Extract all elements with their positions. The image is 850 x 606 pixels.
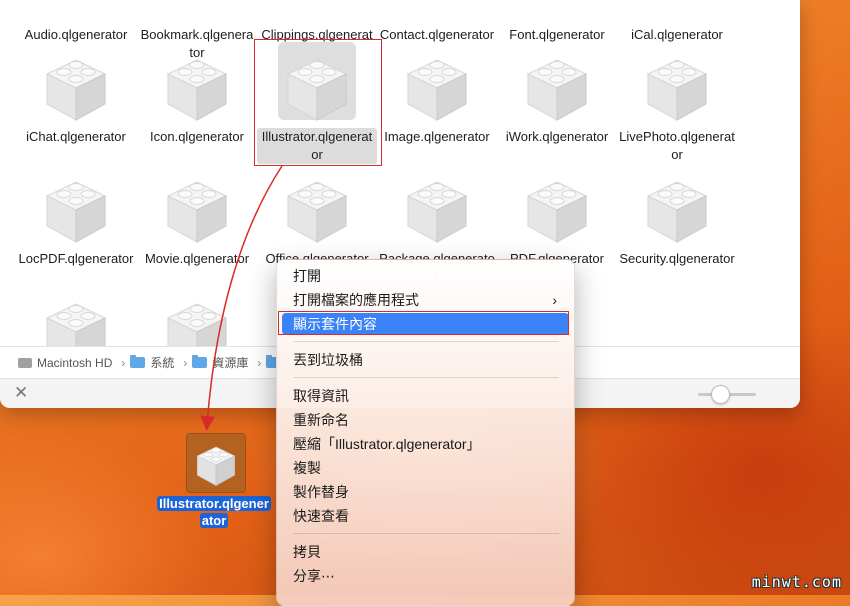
menu-item-label: 取得資訊 bbox=[293, 388, 349, 404]
menu-item[interactable]: 壓縮「Illustrator.qlgenerator」 bbox=[282, 433, 569, 455]
desktop-file-icon[interactable] bbox=[186, 433, 246, 493]
menu-item-label: 快速查看 bbox=[293, 508, 349, 524]
menu-item[interactable]: 分享⋯ bbox=[282, 565, 569, 587]
menu-separator bbox=[293, 341, 559, 342]
menu-item[interactable]: 快速查看 bbox=[282, 505, 569, 527]
plugin-bundle-icon bbox=[196, 446, 236, 486]
menu-item[interactable]: 製作替身 bbox=[282, 481, 569, 503]
menu-item[interactable]: 重新命名 bbox=[282, 409, 569, 431]
desktop-file-label[interactable]: Illustrator.qlgener ator bbox=[150, 495, 278, 529]
menu-separator bbox=[293, 533, 559, 534]
highlight-box-show-package bbox=[278, 311, 569, 335]
menu-item-label: 製作替身 bbox=[293, 484, 349, 500]
menu-item[interactable]: 拷貝 bbox=[282, 541, 569, 563]
menu-item[interactable]: 打開檔案的應用程式 › bbox=[282, 289, 569, 311]
menu-item-label: 複製 bbox=[293, 460, 321, 476]
menu-separator bbox=[293, 377, 559, 378]
menu-item[interactable]: 打開 bbox=[282, 265, 569, 287]
menu-item-label: 壓縮「Illustrator.qlgenerator」 bbox=[293, 436, 481, 452]
menu-item[interactable]: 丟到垃圾桶 bbox=[282, 349, 569, 371]
menu-item[interactable]: 取得資訊 bbox=[282, 385, 569, 407]
menu-item-label: 打開檔案的應用程式 bbox=[293, 292, 419, 308]
watermark: minwt.com bbox=[751, 573, 842, 591]
chevron-right-icon: › bbox=[552, 292, 557, 308]
menu-item-label: 分享⋯ bbox=[293, 568, 335, 584]
menu-item-label: 打開 bbox=[293, 268, 321, 284]
menu-item-label: 丟到垃圾桶 bbox=[293, 352, 363, 368]
menu-item[interactable]: 複製 bbox=[282, 457, 569, 479]
menu-item-label: 拷貝 bbox=[293, 544, 321, 560]
menu-item-label: 重新命名 bbox=[293, 412, 349, 428]
